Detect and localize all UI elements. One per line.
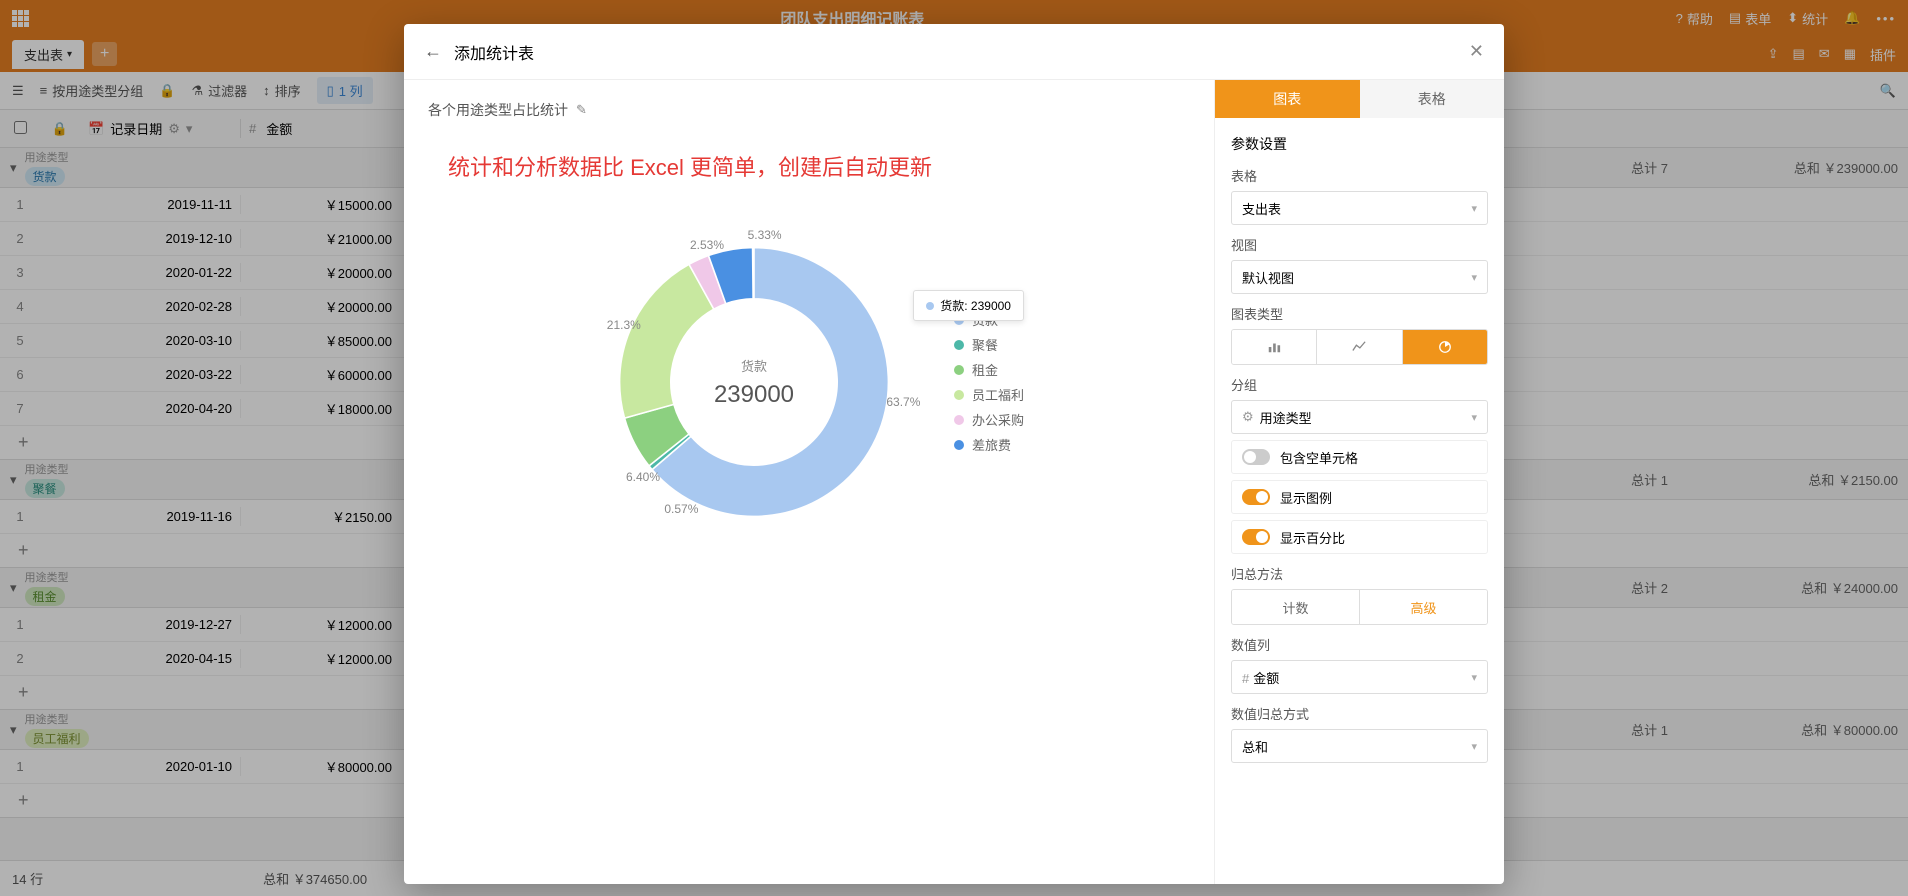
legend-item: 差旅费 — [954, 435, 1024, 454]
select-value-agg[interactable]: 总和▾ — [1231, 729, 1488, 763]
back-icon[interactable]: ← — [424, 41, 442, 62]
select-view[interactable]: 默认视图▾ — [1231, 260, 1488, 294]
donut-center-label: 货款 — [741, 356, 767, 375]
chevron-down-icon: ▾ — [1471, 740, 1477, 753]
label-value-agg: 数值归总方式 — [1231, 704, 1488, 723]
toggle-empty-cells[interactable]: 包含空单元格 — [1231, 440, 1488, 474]
tab-chart[interactable]: 图表 — [1215, 80, 1360, 118]
select-value-col[interactable]: #金额▾ — [1231, 660, 1488, 694]
settings-title: 参数设置 — [1231, 134, 1488, 154]
chevron-down-icon: ▾ — [1471, 202, 1477, 215]
modal-header: ← 添加统计表 ✕ — [404, 24, 1504, 80]
select-group[interactable]: ⚙用途类型▾ — [1231, 400, 1488, 434]
chart-legend: 货款聚餐租金员工福利办公采购差旅费 — [954, 304, 1024, 460]
legend-item: 租金 — [954, 360, 1024, 379]
chevron-down-icon: ▾ — [1471, 411, 1477, 424]
gear-icon: ⚙ — [1242, 409, 1254, 425]
edit-icon[interactable]: ✎ — [576, 102, 587, 118]
toggle-show-legend[interactable]: 显示图例 — [1231, 480, 1488, 514]
chevron-down-icon: ▾ — [1471, 671, 1477, 684]
donut-chart: 货款 239000 货款: 239000 63.7% 0.57% 6.40% 2… — [594, 222, 914, 542]
toggle-show-percent[interactable]: 显示百分比 — [1231, 520, 1488, 554]
chevron-down-icon: ▾ — [1471, 271, 1477, 284]
label-agg-method: 归总方法 — [1231, 564, 1488, 583]
add-stats-modal: ← 添加统计表 ✕ 各个用途类型占比统计 ✎ 统计和分析数据比 Excel 更简… — [404, 24, 1504, 884]
tab-table[interactable]: 表格 — [1360, 80, 1505, 118]
agg-advanced-button[interactable]: 高级 — [1360, 590, 1487, 624]
agg-count-button[interactable]: 计数 — [1232, 590, 1360, 624]
label-table: 表格 — [1231, 166, 1488, 185]
label-group: 分组 — [1231, 375, 1488, 394]
chart-title: 各个用途类型占比统计 — [428, 100, 568, 120]
chart-preview-area: 各个用途类型占比统计 ✎ 统计和分析数据比 Excel 更简单，创建后自动更新 … — [404, 80, 1214, 884]
label-view: 视图 — [1231, 235, 1488, 254]
hash-icon: # — [1242, 671, 1249, 686]
modal-title: 添加统计表 — [454, 40, 534, 64]
donut-center-value: 239000 — [714, 381, 794, 409]
chart-type-line[interactable] — [1317, 330, 1402, 364]
chart-type-pie[interactable] — [1403, 330, 1487, 364]
legend-item: 员工福利 — [954, 385, 1024, 404]
label-chart-type: 图表类型 — [1231, 304, 1488, 323]
promo-text: 统计和分析数据比 Excel 更简单，创建后自动更新 — [448, 150, 1190, 182]
chart-tooltip: 货款: 239000 — [913, 290, 1024, 321]
close-icon[interactable]: ✕ — [1469, 41, 1484, 62]
settings-panel: 图表 表格 参数设置 表格 支出表▾ 视图 默认视图▾ 图表类型 分组 — [1214, 80, 1504, 884]
chart-type-bar[interactable] — [1232, 330, 1317, 364]
legend-item: 办公采购 — [954, 410, 1024, 429]
legend-item: 聚餐 — [954, 335, 1024, 354]
label-value-col: 数值列 — [1231, 635, 1488, 654]
select-table[interactable]: 支出表▾ — [1231, 191, 1488, 225]
